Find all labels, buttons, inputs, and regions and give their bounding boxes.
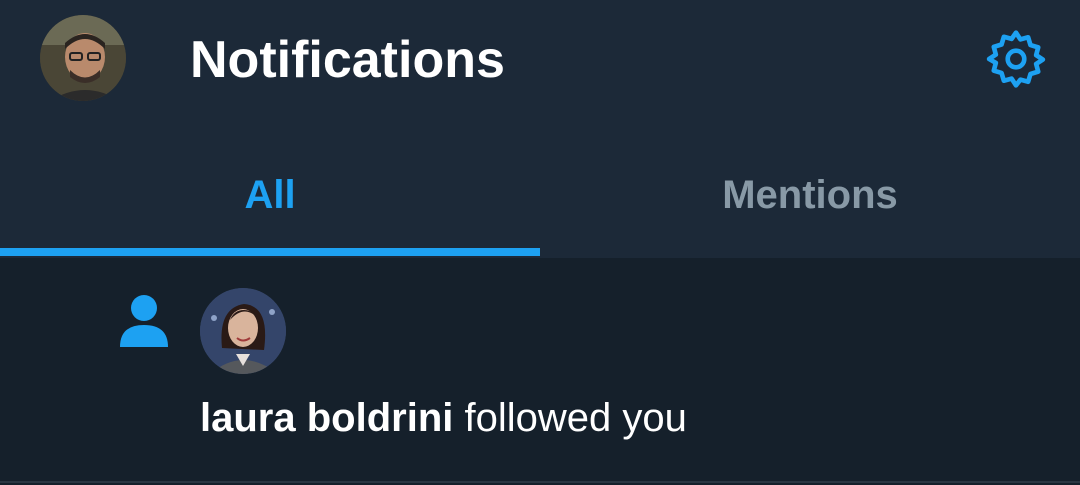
follow-person-icon xyxy=(118,293,170,349)
follower-avatar[interactable] xyxy=(200,288,286,374)
active-tab-indicator xyxy=(0,248,540,256)
profile-avatar-image xyxy=(40,15,126,101)
header-bar: Notifications All Mentions xyxy=(0,0,1080,258)
follower-avatar-image xyxy=(200,288,286,374)
notification-action: followed you xyxy=(453,396,687,440)
follower-name[interactable]: laura boldrini xyxy=(200,396,453,440)
tab-all-label: All xyxy=(244,173,296,217)
tab-all[interactable]: All xyxy=(0,160,540,258)
tab-mentions[interactable]: Mentions xyxy=(540,160,1080,258)
notification-text: laura boldrini followed you xyxy=(200,393,687,443)
notifications-screen: Notifications All Mentions laura boldrin… xyxy=(0,0,1080,485)
notification-item[interactable]: laura boldrini followed you xyxy=(0,258,1080,483)
page-title: Notifications xyxy=(190,31,505,89)
gear-icon[interactable] xyxy=(985,28,1047,90)
profile-avatar[interactable] xyxy=(40,15,126,101)
tab-mentions-label: Mentions xyxy=(722,173,898,217)
